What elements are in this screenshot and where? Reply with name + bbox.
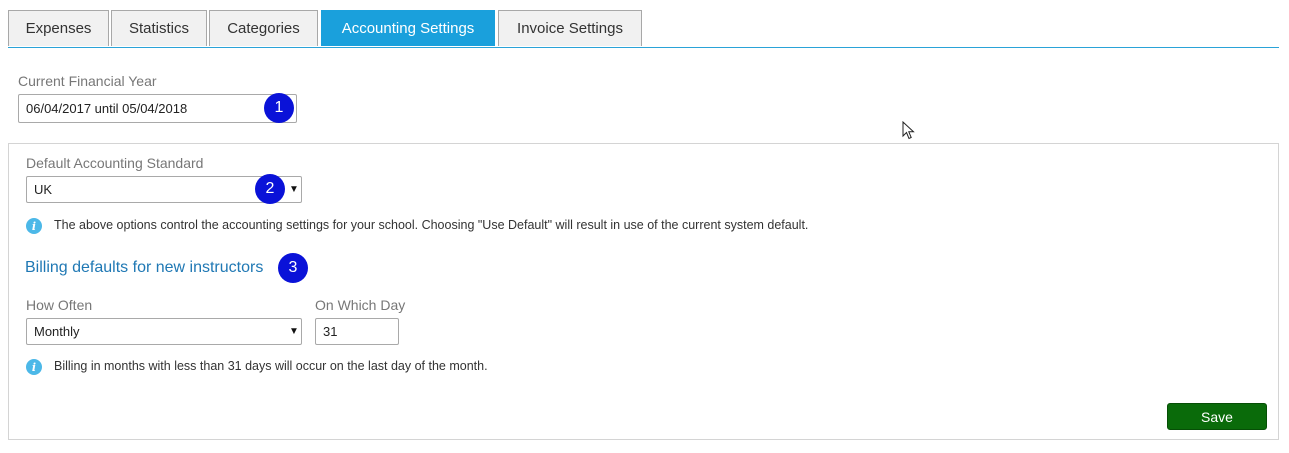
step-marker-3: 3 xyxy=(278,253,308,283)
mouse-pointer-icon xyxy=(902,121,915,140)
accounting-standard-label: Default Accounting Standard xyxy=(26,155,204,171)
save-button[interactable]: Save xyxy=(1167,403,1267,430)
how-often-value: Monthly xyxy=(34,324,80,339)
chevron-down-icon: ▼ xyxy=(289,326,299,337)
on-which-day-label: On Which Day xyxy=(315,297,406,313)
tab-expenses[interactable]: Expenses xyxy=(8,10,109,46)
how-often-select[interactable]: Monthly ▼ xyxy=(26,318,302,345)
tab-bar: Expenses Statistics Categories Accountin… xyxy=(8,10,1279,48)
accounting-standard-value: UK xyxy=(34,182,53,197)
info-icon: i xyxy=(26,359,42,375)
billing-info-text: Billing in months with less than 31 days… xyxy=(54,359,488,373)
financial-year-label: Current Financial Year xyxy=(18,73,157,89)
financial-year-value: 06/04/2017 until 05/04/2018 xyxy=(26,101,188,116)
tab-statistics[interactable]: Statistics xyxy=(111,10,207,46)
info-icon: i xyxy=(26,218,42,234)
on-which-day-value: 31 xyxy=(323,324,338,339)
billing-defaults-heading: Billing defaults for new instructors xyxy=(25,259,264,276)
tab-accounting-settings[interactable]: Accounting Settings xyxy=(321,10,495,46)
chevron-down-icon: ▼ xyxy=(289,184,299,195)
step-marker-1: 1 xyxy=(264,93,294,123)
tab-categories[interactable]: Categories xyxy=(209,10,318,46)
step-marker-2: 2 xyxy=(255,174,285,204)
on-which-day-input[interactable]: 31 xyxy=(315,318,399,345)
how-often-label: How Often xyxy=(26,297,93,313)
tab-invoice-settings[interactable]: Invoice Settings xyxy=(498,10,642,46)
accounting-info-text: The above options control the accounting… xyxy=(54,218,809,232)
financial-year-select[interactable]: 06/04/2017 until 05/04/2018 xyxy=(18,94,297,123)
